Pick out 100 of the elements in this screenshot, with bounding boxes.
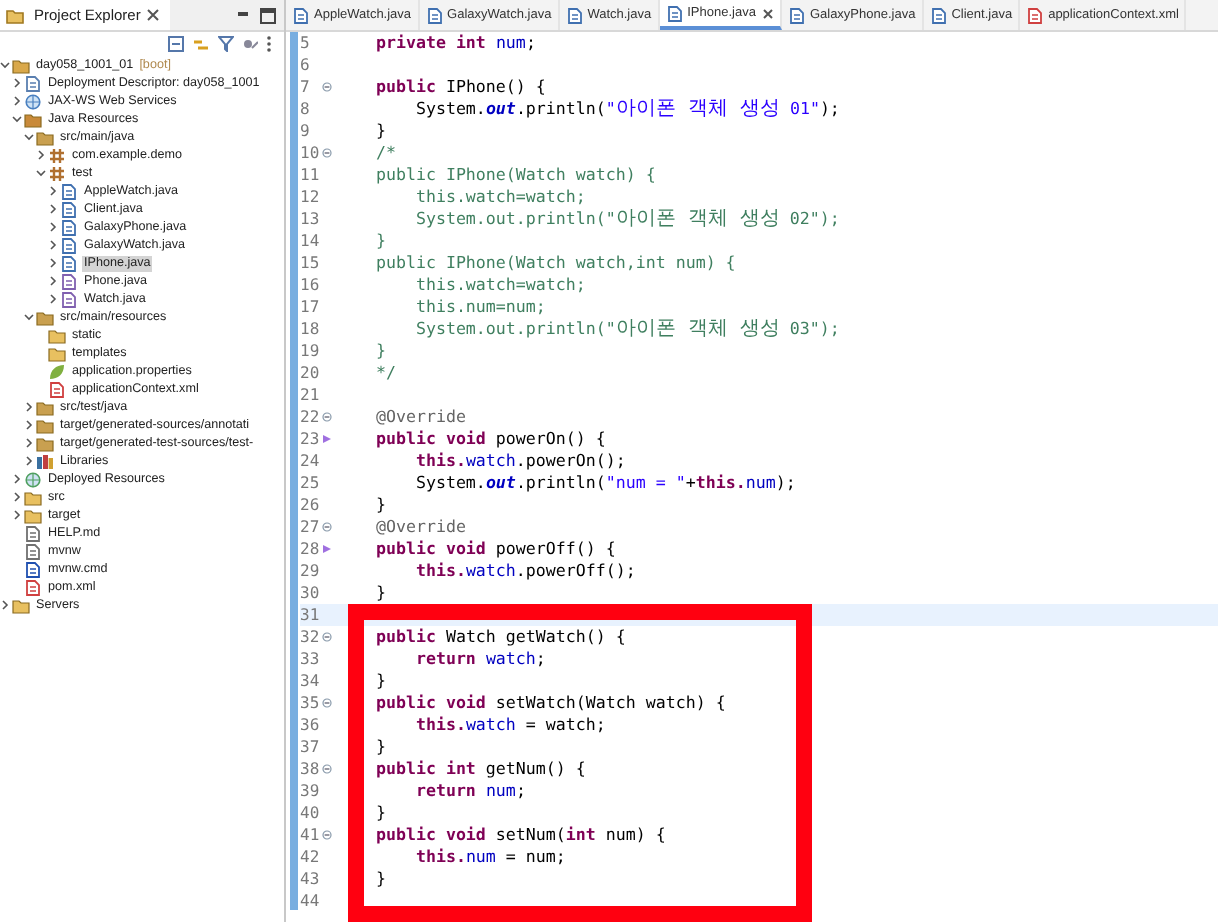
globe-icon [24, 93, 42, 109]
chevron-down-icon[interactable] [12, 114, 22, 124]
globe-icon [24, 471, 42, 487]
line-number: 6 [300, 56, 312, 74]
code-line: public int getNum() { [373, 758, 586, 780]
line-number: 26 [300, 496, 322, 514]
chevron-right-icon[interactable] [48, 258, 58, 268]
fold-icon[interactable] [322, 82, 332, 92]
line-number: 18 [300, 320, 322, 338]
more-icon[interactable] [266, 35, 272, 51]
minimize-icon[interactable] [236, 8, 250, 22]
chevron-right-icon[interactable] [24, 438, 34, 448]
fold-icon[interactable] [322, 764, 332, 774]
line-number: 17 [300, 298, 322, 316]
folder-icon [12, 57, 30, 73]
fold-icon[interactable] [322, 830, 332, 840]
line-number: 12 [300, 188, 322, 206]
code-line: this.watch.powerOn(); [413, 450, 626, 472]
code-line: */ [373, 362, 396, 384]
code-line: public void setWatch(Watch watch) { [373, 692, 726, 714]
line-number: 7 [300, 78, 312, 96]
line-number: 32 [300, 628, 322, 646]
fold-icon[interactable] [322, 148, 332, 158]
code-line: return watch; [413, 648, 546, 670]
books-icon [36, 453, 54, 469]
chevron-right-icon[interactable] [12, 78, 22, 88]
line-number: 31 [300, 606, 322, 624]
file-icon [929, 7, 948, 23]
fold-icon[interactable] [322, 698, 332, 708]
code-line: /* [373, 142, 396, 164]
line-number: 13 [300, 210, 322, 228]
chevron-right-icon[interactable] [48, 294, 58, 304]
line-number: 5 [300, 34, 312, 52]
close-icon[interactable] [146, 8, 161, 22]
line-number: 36 [300, 716, 322, 734]
code-line: @Override [373, 516, 466, 538]
chevron-right-icon[interactable] [36, 150, 46, 160]
code-line: System.out.println("아이폰 객체 생성 03"); [413, 318, 840, 340]
line-number: 21 [300, 386, 322, 404]
chevron-right-icon[interactable] [48, 276, 58, 286]
code-line: } [373, 230, 386, 252]
chevron-right-icon[interactable] [48, 222, 58, 232]
line-number: 28 [300, 540, 322, 558]
line-number: 10 [300, 144, 322, 162]
close-icon[interactable] [761, 7, 774, 19]
folder-icon [6, 7, 24, 23]
code-line: System.out.println("num = "+this.num); [413, 472, 796, 494]
file-icon [24, 75, 42, 91]
line-number: 8 [300, 100, 312, 118]
line-number: 23 [300, 430, 322, 448]
chevron-right-icon[interactable] [0, 600, 10, 610]
file-icon [565, 7, 584, 23]
fold-icon[interactable] [322, 412, 332, 422]
line-number: 27 [300, 518, 322, 536]
chevron-right-icon[interactable] [12, 492, 22, 502]
code-line: } [373, 582, 386, 604]
chevron-right-icon[interactable] [24, 420, 34, 430]
chevron-right-icon[interactable] [48, 186, 58, 196]
line-number: 15 [300, 254, 322, 272]
code-line: System.out.println("아이폰 객체 생성 02"); [413, 208, 840, 230]
code-line: } [373, 868, 386, 890]
chevron-down-icon[interactable] [36, 168, 46, 178]
file-icon [292, 7, 310, 23]
code-line: public IPhone() { [373, 76, 546, 98]
line-number: 38 [300, 760, 322, 778]
chevron-down-icon[interactable] [24, 312, 34, 322]
chevron-right-icon[interactable] [48, 240, 58, 250]
code-line: public IPhone(Watch watch,int num) { [373, 252, 736, 274]
chevron-right-icon[interactable] [12, 474, 22, 484]
line-number: 20 [300, 364, 322, 382]
line-number: 29 [300, 562, 322, 580]
line-number: 33 [300, 650, 322, 668]
file-icon [787, 7, 806, 23]
line-number: 30 [300, 584, 322, 602]
chevron-down-icon[interactable] [24, 132, 34, 142]
chevron-right-icon[interactable] [24, 456, 34, 466]
collapse-all-icon[interactable] [168, 35, 184, 51]
code-line: this.watch.powerOff(); [413, 560, 636, 582]
fold-icon[interactable] [322, 632, 332, 642]
line-number: 14 [300, 232, 322, 250]
code-line: this.num=num; [413, 296, 546, 318]
line-number: 39 [300, 782, 322, 800]
code-line: } [373, 736, 386, 758]
leaf-icon [48, 363, 66, 379]
chevron-down-icon[interactable] [0, 60, 10, 70]
line-number: 9 [300, 122, 312, 140]
code-line: } [373, 340, 386, 362]
code-line: return num; [413, 780, 526, 802]
maximize-icon[interactable] [260, 7, 276, 23]
chevron-right-icon[interactable] [12, 510, 22, 520]
chevron-right-icon[interactable] [24, 402, 34, 412]
view-menu-icon[interactable] [242, 35, 258, 51]
file-icon [665, 5, 684, 21]
code-line: } [373, 120, 386, 142]
code-line: public IPhone(Watch watch) { [373, 164, 656, 186]
chevron-right-icon[interactable] [48, 204, 58, 214]
line-number: 22 [300, 408, 322, 426]
chevron-right-icon[interactable] [12, 96, 22, 106]
fold-icon[interactable] [322, 522, 332, 532]
code-line: public void powerOn() { [373, 428, 606, 450]
